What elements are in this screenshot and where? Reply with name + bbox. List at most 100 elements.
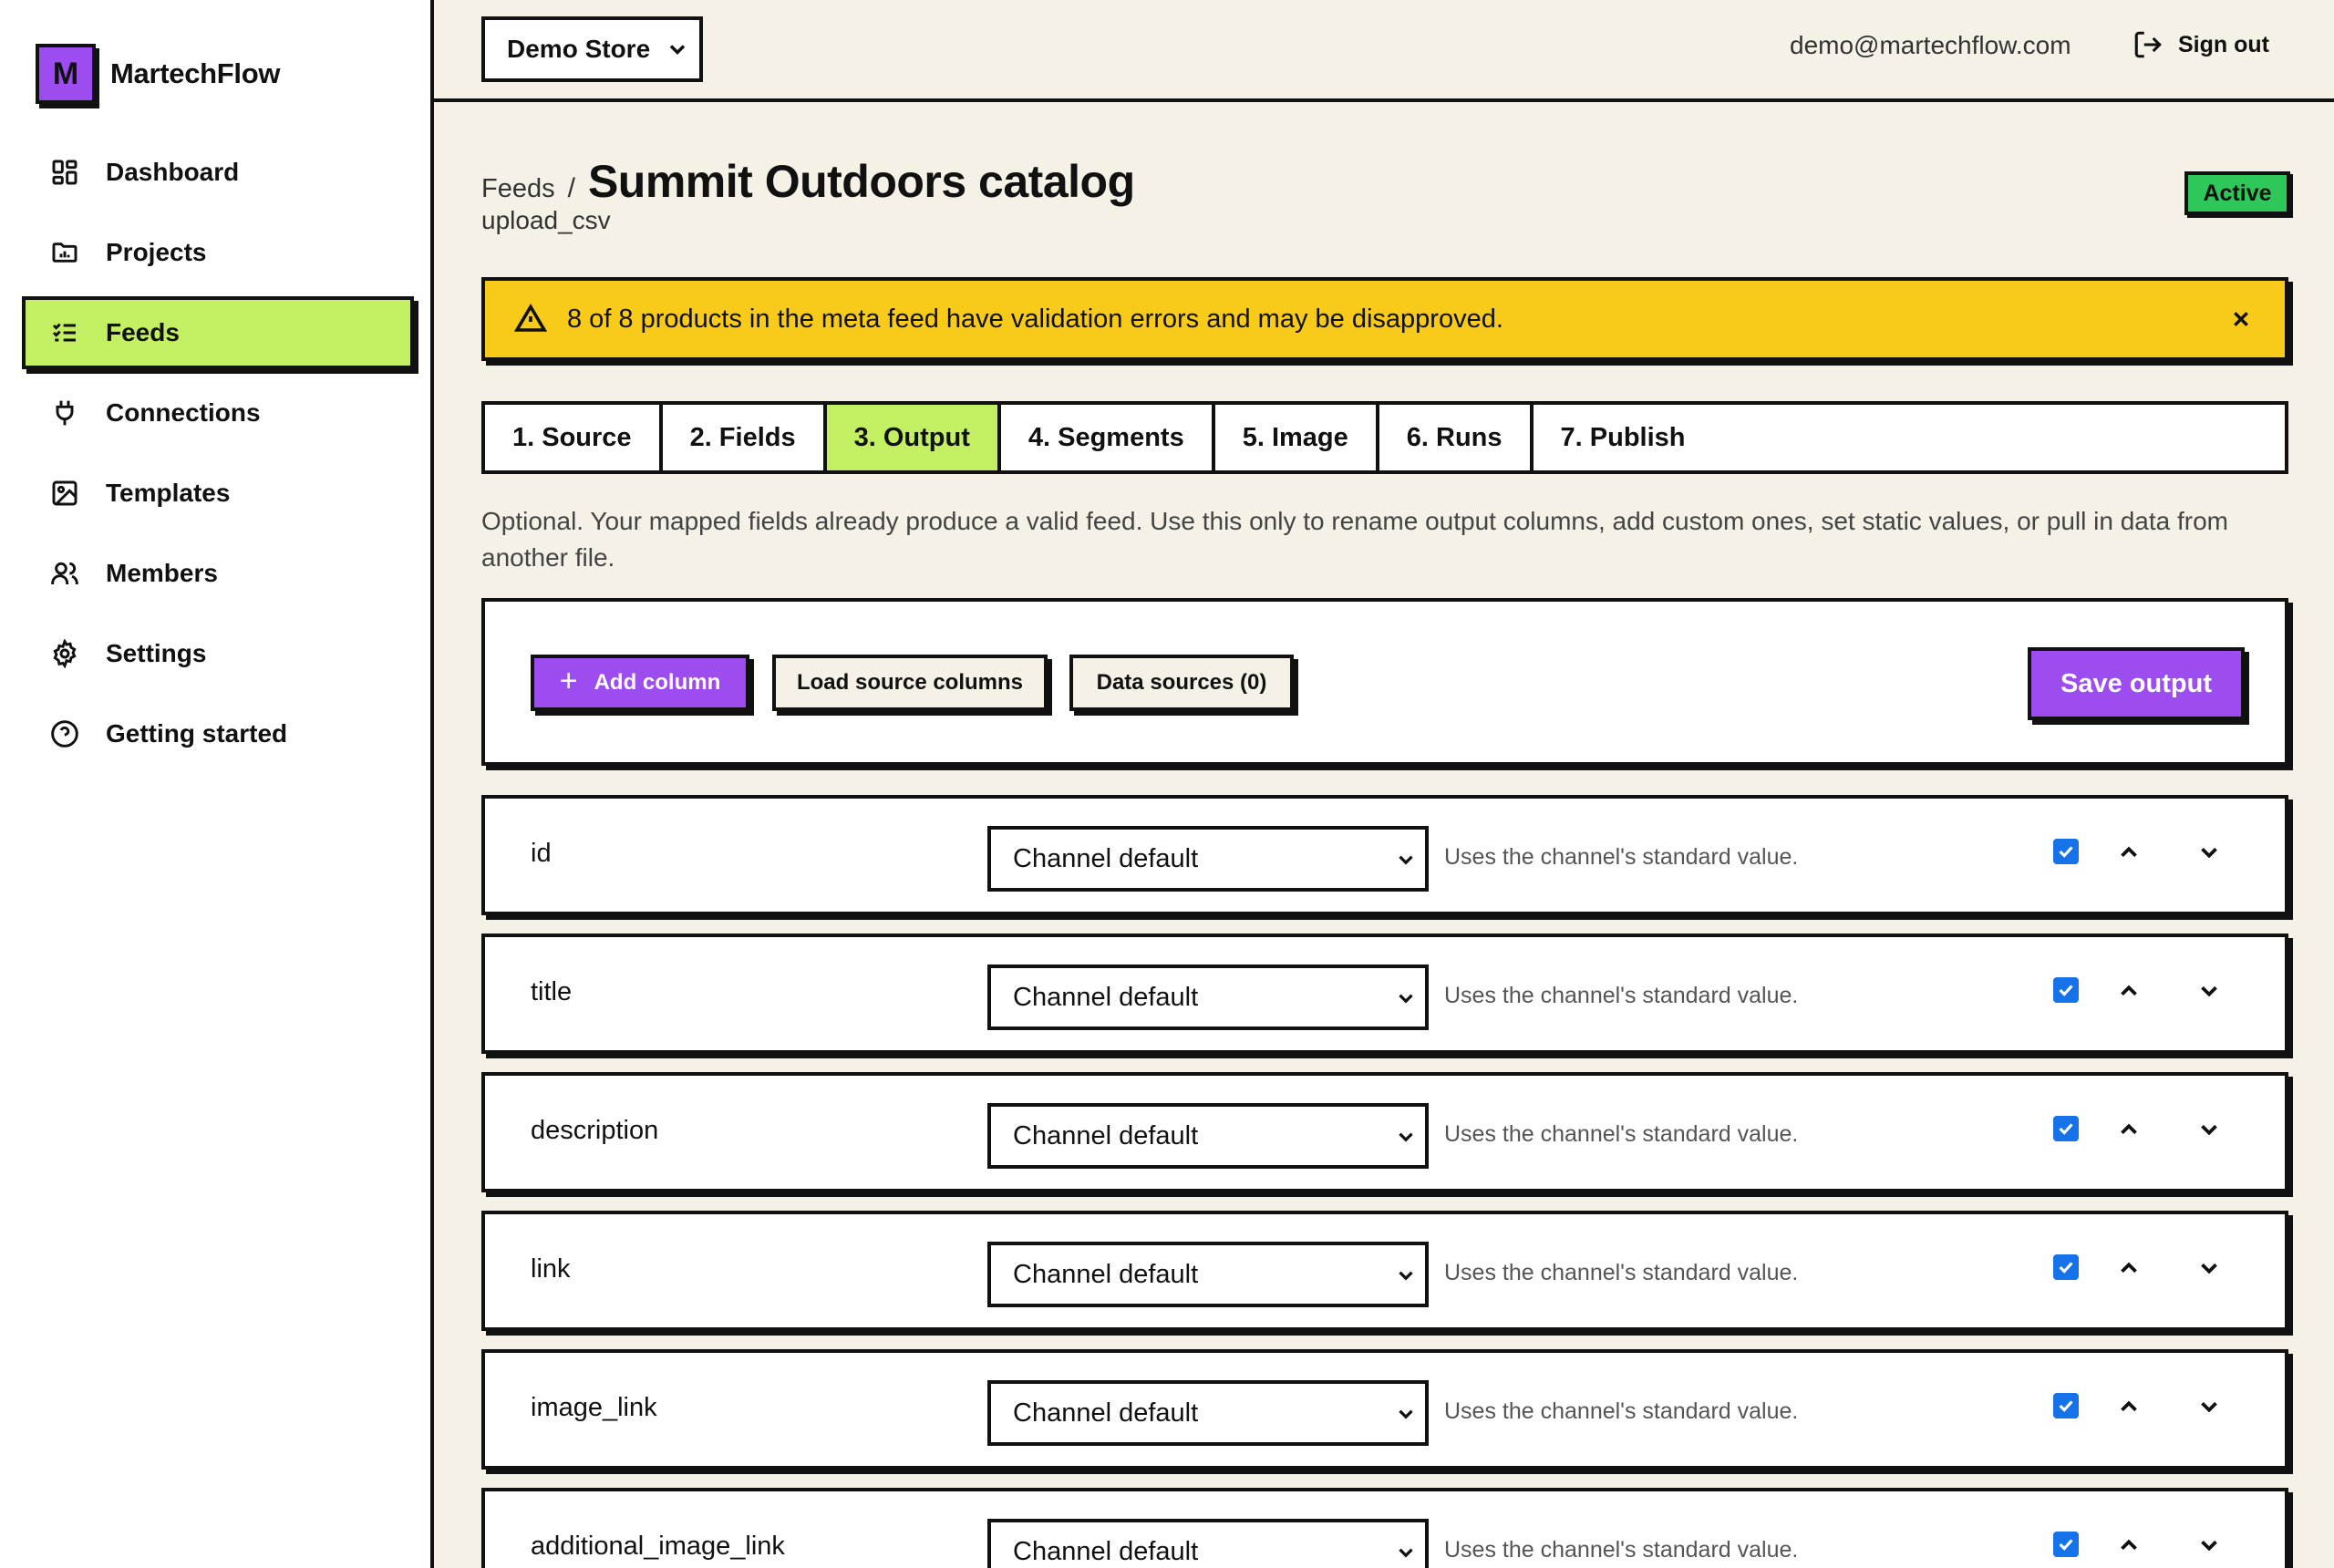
move-up-icon[interactable] [2115,977,2143,1005]
column-mode-hint: Uses the channel's standard value. [1444,983,1799,1008]
column-name: image_link [531,1393,657,1422]
sign-out-label: Sign out [2178,31,2269,57]
column-enabled-checkbox[interactable] [2053,1532,2079,1557]
sidebar-item-label: Dashboard [106,158,240,186]
move-down-icon[interactable] [2195,1116,2223,1143]
column-mode-select[interactable]: Channel default [987,1103,1429,1169]
topbar: Demo Store demo@martechflow.com Sign out [434,0,2334,102]
gear-icon [49,638,80,669]
sidebar-item-projects[interactable]: Projects [22,216,414,289]
alert-text: 8 of 8 products in the meta feed have va… [567,304,1503,334]
checkmark-icon [2059,1262,2073,1274]
plus-icon: + [559,663,578,698]
chevron-down-icon [665,36,690,62]
sign-out-icon [2134,31,2162,58]
column-mode-value: Channel default [1013,1120,1199,1150]
column-mode-select[interactable]: Channel default [987,826,1429,892]
move-down-icon[interactable] [2195,977,2223,1005]
column-enabled-checkbox[interactable] [2053,1116,2079,1141]
column-mode-hint: Uses the channel's standard value. [1444,1260,1799,1285]
move-down-icon[interactable] [2195,839,2223,866]
move-up-icon[interactable] [2115,839,2143,866]
checkmark-icon [2059,1539,2073,1551]
add-column-button[interactable]: + Add column [531,655,749,711]
close-icon[interactable] [2226,304,2256,334]
sidebar-item-templates[interactable]: Templates [22,457,414,530]
checkmark-icon [2059,985,2073,996]
plug-icon [49,397,80,428]
sign-out-button[interactable]: Sign out [2133,29,2269,60]
brand-logo: M [36,44,96,104]
store-select[interactable]: Demo Store [481,16,703,82]
move-up-icon[interactable] [2115,1393,2143,1420]
sidebar-item-dashboard[interactable]: Dashboard [22,136,414,209]
column-enabled-checkbox[interactable] [2053,839,2079,864]
sidebar-item-label: Connections [106,398,261,427]
store-select-value: Demo Store [507,35,651,63]
dashboard-grid-icon [49,157,80,188]
sidebar-item-getting-started[interactable]: Getting started [22,697,414,770]
users-icon [49,558,80,589]
move-down-icon[interactable] [2195,1254,2223,1282]
tab-output[interactable]: 3. Output [826,405,1001,470]
move-down-icon[interactable] [2195,1532,2223,1559]
feed-source-type: upload_csv [481,206,611,234]
list-check-icon [49,317,80,348]
output-toolbar: + Add column Load source columns Data so… [481,598,2288,766]
column-mode-hint: Uses the channel's standard value. [1444,1121,1799,1147]
column-mode-select[interactable]: Channel default [987,1380,1429,1446]
breadcrumb-separator: / [567,173,575,203]
tab-segments[interactable]: 4. Segments [1001,405,1215,470]
column-mode-select[interactable]: Channel default [987,1519,1429,1568]
output-help-text: Optional. Your mapped fields already pro… [481,507,2228,572]
column-mode-select[interactable]: Channel default [987,965,1429,1030]
column-enabled-checkbox[interactable] [2053,1393,2079,1418]
column-name: description [531,1116,659,1145]
sidebar-item-label: Members [106,559,218,587]
tab-runs[interactable]: 6. Runs [1379,405,1534,470]
tab-fields[interactable]: 2. Fields [663,405,827,470]
image-template-icon [49,478,80,509]
sidebar-item-members[interactable]: Members [22,537,414,610]
move-up-icon[interactable] [2115,1532,2143,1559]
breadcrumb-feeds-link[interactable]: Feeds [481,174,555,204]
column-enabled-checkbox[interactable] [2053,977,2079,1003]
output-column-row: description Channel default Uses the cha… [481,1072,2288,1192]
column-name: additional_image_link [531,1532,785,1561]
chevron-down-icon [1394,986,1418,1010]
brand[interactable]: M MartechFlow [36,42,280,106]
load-source-columns-button[interactable]: Load source columns [772,655,1048,711]
breadcrumb: Feeds / Summit Outdoors catalog [481,155,1135,208]
column-enabled-checkbox[interactable] [2053,1254,2079,1280]
data-sources-button[interactable]: Data sources (0) [1069,655,1294,711]
move-down-icon[interactable] [2195,1393,2223,1420]
move-up-icon[interactable] [2115,1116,2143,1143]
output-column-row: id Channel default Uses the channel's st… [481,795,2288,915]
tab-source[interactable]: 1. Source [485,405,663,470]
folder-chart-icon [49,237,80,268]
checkmark-icon [2059,1400,2073,1412]
column-name: id [531,839,552,868]
sidebar-item-connections[interactable]: Connections [22,377,414,449]
column-mode-select[interactable]: Channel default [987,1242,1429,1307]
validation-alert: 8 of 8 products in the meta feed have va… [481,277,2288,361]
checkmark-icon [2059,1123,2073,1135]
move-up-icon[interactable] [2115,1254,2143,1282]
brand-name: MartechFlow [110,57,281,89]
tab-publish[interactable]: 7. Publish [1534,405,1713,470]
sidebar: M MartechFlow Dashboard Projects Feeds C… [0,0,434,1568]
save-output-button[interactable]: Save output [2028,647,2245,720]
checkmark-icon [2059,846,2073,858]
chevron-down-icon [1394,1402,1418,1426]
output-columns-list: id Channel default Uses the channel's st… [481,795,2288,1568]
sidebar-item-label: Templates [106,479,231,507]
column-mode-value: Channel default [1013,1536,1199,1566]
column-mode-hint: Uses the channel's standard value. [1444,1537,1799,1563]
sidebar-item-label: Projects [106,238,207,266]
sidebar-item-settings[interactable]: Settings [22,617,414,690]
sidebar-item-label: Getting started [106,719,288,748]
tab-image[interactable]: 5. Image [1215,405,1379,470]
status-badge: Active [2184,171,2290,215]
chevron-down-icon [1394,1541,1418,1564]
sidebar-item-feeds[interactable]: Feeds [22,296,414,369]
